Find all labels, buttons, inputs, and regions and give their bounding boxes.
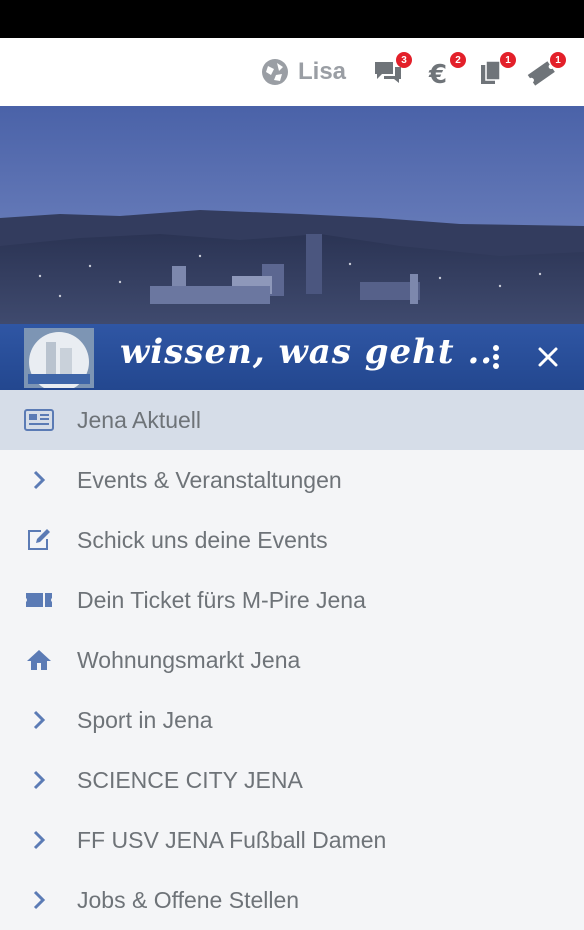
chevron-right-icon [24, 826, 54, 854]
menu-item-ticket[interactable]: Dein Ticket fürs M-Pire Jena [0, 570, 584, 630]
menu-item-submit-events[interactable]: Schick uns deine Events [0, 510, 584, 570]
more-options-button[interactable] [484, 342, 508, 372]
menu-item-label: Jobs & Offene Stellen [77, 886, 300, 913]
menu-item-label: Jena Aktuell [77, 406, 202, 433]
documents-badge: 1 [500, 52, 516, 68]
chevron-right-icon [24, 706, 54, 734]
svg-text:€: € [428, 60, 447, 88]
user-profile[interactable]: Lisa [260, 56, 346, 88]
menu-item-jobs[interactable]: Jobs & Offene Stellen [0, 870, 584, 930]
messages-button[interactable]: 3 [372, 52, 412, 92]
payments-badge: 2 [450, 52, 466, 68]
menu-item-housing[interactable]: Wohnungsmarkt Jena [0, 630, 584, 690]
menu-item-sport[interactable]: Sport in Jena [0, 690, 584, 750]
edit-icon [24, 526, 54, 554]
menu-item-football[interactable]: FF USV JENA Fußball Damen [0, 810, 584, 870]
documents-button[interactable]: 1 [476, 52, 516, 92]
chevron-right-icon [24, 466, 54, 494]
menu-item-science-city[interactable]: SCIENCE CITY JENA [0, 750, 584, 810]
brand-bar: wissen, was geht .. [0, 324, 584, 390]
messages-badge: 3 [396, 52, 412, 68]
profile-icon [262, 59, 288, 85]
tickets-badge: 1 [550, 52, 566, 68]
newspaper-icon [24, 406, 54, 434]
ticket-icon [24, 586, 54, 614]
chevron-right-icon [24, 766, 54, 794]
app-slogan: wissen, was geht .. [120, 332, 494, 372]
menu-item-label: Dein Ticket fürs M-Pire Jena [77, 586, 366, 613]
home-icon [24, 646, 54, 674]
payments-button[interactable]: € 2 [426, 52, 466, 92]
more-vert-icon [493, 345, 499, 369]
menu-item-jena-aktuell[interactable]: Jena Aktuell [0, 390, 584, 450]
menu-item-events[interactable]: Events & Veranstaltungen [0, 450, 584, 510]
menu-item-label: Sport in Jena [77, 706, 213, 733]
city-panorama-image [0, 106, 584, 324]
navigation-menu: Jena Aktuell Events & Veranstaltungen Sc… [0, 390, 584, 930]
chevron-right-icon [24, 886, 54, 914]
menu-item-label: Wohnungsmarkt Jena [77, 646, 301, 673]
menu-item-label: Events & Veranstaltungen [77, 466, 342, 493]
close-button[interactable] [534, 344, 562, 372]
menu-item-label: Schick uns deine Events [77, 526, 328, 553]
user-name: Lisa [298, 58, 347, 85]
app-logo[interactable] [24, 328, 94, 388]
status-bar [0, 0, 584, 38]
close-icon [538, 347, 558, 367]
menu-item-label: SCIENCE CITY JENA [77, 766, 303, 793]
top-bar: Lisa 3 € 2 1 1 [0, 38, 584, 106]
menu-item-label: FF USV JENA Fußball Damen [77, 826, 387, 853]
tickets-button[interactable]: 1 [526, 52, 566, 92]
